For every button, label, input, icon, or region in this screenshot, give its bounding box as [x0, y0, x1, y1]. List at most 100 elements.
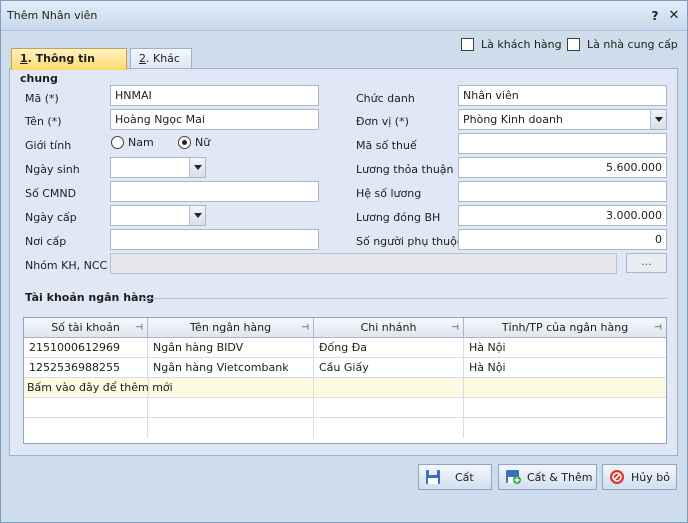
- close-button[interactable]: ✕: [665, 7, 683, 25]
- department-select[interactable]: Phòng Kinh doanh: [458, 109, 667, 130]
- empty-cell: [148, 398, 314, 418]
- customer-group-label: Nhóm KH, NCC: [25, 259, 108, 272]
- salary-coefficient-input[interactable]: [458, 181, 667, 202]
- customer-group-input: [110, 253, 617, 274]
- is-customer-label: Là khách hàng: [481, 37, 562, 51]
- province-cell[interactable]: Hà Nội: [464, 338, 666, 358]
- tab-other-key: 2: [139, 52, 146, 65]
- issue-date-picker[interactable]: [110, 205, 206, 226]
- bank-name-cell[interactable]: Ngân hàng BIDV: [148, 338, 314, 358]
- pin-icon[interactable]: ⊣: [301, 318, 309, 338]
- insurance-salary-input[interactable]: 3.000.000: [458, 205, 667, 226]
- cancel-button-label: Hủy bỏ: [631, 470, 670, 484]
- pin-icon[interactable]: ⊣: [451, 318, 459, 338]
- bank-accounts-grid[interactable]: Số tài khoản ⊣ Tên ngân hàng ⊣ Chi nhánh…: [23, 317, 667, 444]
- col-branch-label: Chi nhánh: [360, 321, 417, 334]
- pin-icon[interactable]: ⊣: [135, 318, 143, 338]
- name-input[interactable]: Hoàng Ngọc Mai: [110, 109, 319, 130]
- col-province-label: Tỉnh/TP của ngân hàng: [501, 321, 629, 334]
- save-and-add-button[interactable]: Cất & Thêm: [498, 464, 597, 490]
- is-supplier-checkbox[interactable]: [567, 37, 580, 51]
- col-branch[interactable]: Chi nhánh ⊣: [314, 318, 464, 338]
- job-title-label: Chức danh: [356, 92, 415, 105]
- gender-male-radio[interactable]: [111, 136, 124, 149]
- save-add-icon: [506, 470, 521, 484]
- empty-cell: [314, 418, 464, 438]
- id-number-input[interactable]: [110, 181, 319, 202]
- help-button[interactable]: ?: [646, 7, 664, 25]
- bank-grid-header: Số tài khoản ⊣ Tên ngân hàng ⊣ Chi nhánh…: [24, 318, 666, 338]
- birthdate-dropdown-icon[interactable]: [189, 158, 205, 177]
- branch-cell[interactable]: Đống Đa: [314, 338, 464, 358]
- department-label: Đơn vị (*): [356, 115, 409, 128]
- issue-place-label: Nơi cấp: [25, 235, 67, 248]
- bank-section-title: Tài khoản ngân hàng: [25, 291, 155, 304]
- code-label: Mã (*): [25, 92, 59, 105]
- table-row[interactable]: 1252536988255 Ngân hàng Vietcombank Cầu …: [24, 358, 666, 378]
- issue-date-dropdown-icon[interactable]: [189, 206, 205, 225]
- col-account-number-label: Số tài khoản: [51, 321, 120, 334]
- window-title: Thêm Nhân viên: [7, 9, 98, 22]
- code-input[interactable]: HNMAI: [110, 85, 319, 106]
- birthdate-label: Ngày sinh: [25, 163, 80, 176]
- new-row-cell[interactable]: [464, 378, 666, 398]
- issue-date-label: Ngày cấp: [25, 211, 77, 224]
- cancel-button[interactable]: Hủy bỏ: [602, 464, 677, 490]
- gender-female-label: Nữ: [195, 136, 211, 149]
- is-customer-check[interactable]: Là khách hàng: [461, 37, 562, 51]
- job-title-input[interactable]: Nhân viên: [458, 85, 667, 106]
- tab-other[interactable]: 2. Khác: [130, 48, 192, 69]
- department-value: Phòng Kinh doanh: [463, 113, 563, 126]
- bottom-strip: [1, 498, 687, 522]
- col-province[interactable]: Tỉnh/TP của ngân hàng ⊣: [464, 318, 666, 338]
- new-row-hint[interactable]: Bấm vào đây để thêm mới: [24, 378, 173, 398]
- empty-row: [24, 418, 666, 438]
- gender-male-label: Nam: [128, 136, 154, 149]
- name-label: Tên (*): [25, 115, 62, 128]
- is-supplier-check[interactable]: Là nhà cung cấp: [567, 37, 678, 51]
- id-number-label: Số CMND: [25, 187, 77, 200]
- bank-section-divider: [141, 298, 667, 299]
- empty-cell: [314, 398, 464, 418]
- gender-female-option[interactable]: Nữ: [178, 136, 210, 149]
- empty-cell: [24, 398, 148, 418]
- account-number-cell[interactable]: 2151000612969: [24, 338, 148, 358]
- floppy-disk-icon: [426, 470, 440, 484]
- empty-cell: [148, 418, 314, 438]
- gender-male-option[interactable]: Nam: [111, 136, 154, 149]
- dependents-input[interactable]: 0: [458, 229, 667, 250]
- bank-name-cell[interactable]: Ngân hàng Vietcombank: [148, 358, 314, 378]
- cancel-icon: [610, 470, 624, 484]
- tab-general-key: 1: [20, 52, 28, 65]
- agreed-salary-input[interactable]: 5.600.000: [458, 157, 667, 178]
- account-number-cell[interactable]: 1252536988255: [24, 358, 148, 378]
- tax-code-label: Mã số thuế: [356, 139, 417, 152]
- col-account-number[interactable]: Số tài khoản ⊣: [24, 318, 148, 338]
- province-cell[interactable]: Hà Nội: [464, 358, 666, 378]
- birthdate-picker[interactable]: [110, 157, 206, 178]
- empty-cell: [24, 418, 148, 438]
- gender-label: Giới tính: [25, 139, 72, 152]
- agreed-salary-label: Lương thỏa thuận: [356, 163, 454, 176]
- gender-female-radio[interactable]: [178, 136, 191, 149]
- table-row[interactable]: 2151000612969 Ngân hàng BIDV Đống Đa Hà …: [24, 338, 666, 358]
- department-dropdown-icon[interactable]: [650, 110, 666, 129]
- branch-cell[interactable]: Cầu Giấy: [314, 358, 464, 378]
- title-bar[interactable]: Thêm Nhân viên ? ✕: [1, 1, 687, 31]
- save-button[interactable]: Cất: [418, 464, 492, 490]
- dependents-label: Số người phụ thuộc: [356, 235, 463, 248]
- pin-icon[interactable]: ⊣: [654, 318, 662, 338]
- save-and-add-button-label: Cất & Thêm: [527, 470, 593, 484]
- customer-group-browse-button[interactable]: ...: [626, 253, 667, 273]
- tax-code-input[interactable]: [458, 133, 667, 154]
- is-supplier-label: Là nhà cung cấp: [587, 37, 678, 51]
- insurance-salary-label: Lương đóng BH: [356, 211, 441, 224]
- col-bank-name[interactable]: Tên ngân hàng ⊣: [148, 318, 314, 338]
- new-row-cell[interactable]: [314, 378, 464, 398]
- issue-place-input[interactable]: [110, 229, 319, 250]
- tab-other-label: . Khác: [146, 52, 180, 65]
- new-row[interactable]: Bấm vào đây để thêm mới: [24, 378, 666, 398]
- new-row-cell[interactable]: [148, 378, 314, 398]
- is-customer-checkbox[interactable]: [461, 37, 474, 51]
- tab-general-info[interactable]: 1. Thông tin chung: [11, 48, 127, 85]
